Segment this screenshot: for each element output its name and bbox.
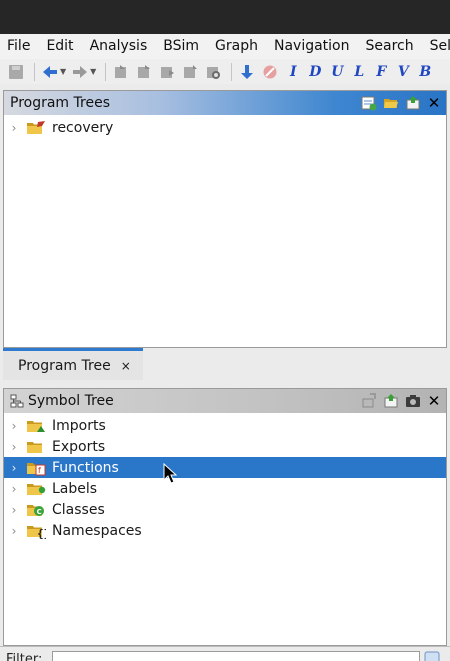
folder-classes-icon: C xyxy=(26,502,46,518)
program-trees-header: Program Trees ✕ xyxy=(4,91,446,115)
panel-title: Program Trees xyxy=(10,95,110,111)
nav-letter-b-icon[interactable]: B xyxy=(415,64,435,80)
nav-prev-function-icon[interactable] xyxy=(111,62,131,82)
menu-bar: File Edit Analysis BSim Graph Navigation… xyxy=(0,34,450,59)
menu-bsim[interactable]: BSim xyxy=(155,34,207,59)
toolbar-separator xyxy=(105,62,107,81)
nav-letter-f-icon[interactable]: F xyxy=(371,64,391,80)
menu-file[interactable]: File xyxy=(0,34,38,59)
symbol-tree-icon xyxy=(10,394,24,408)
back-arrow-icon[interactable] xyxy=(40,62,60,82)
toolbar-separator xyxy=(34,62,35,81)
export-symbols-icon[interactable] xyxy=(382,393,399,410)
back-dropdown-icon[interactable]: ▼ xyxy=(60,67,66,76)
chevron-right-icon[interactable]: › xyxy=(9,503,19,517)
filter-options-icon[interactable] xyxy=(424,651,440,661)
nav-letter-v-icon[interactable]: V xyxy=(393,64,413,80)
snapshot-icon[interactable] xyxy=(404,393,421,410)
chevron-right-icon[interactable]: › xyxy=(9,419,19,433)
nav-letter-u-icon[interactable]: U xyxy=(327,64,347,80)
chevron-right-icon[interactable]: › xyxy=(9,440,19,454)
symbol-tree-panel: Symbol Tree ✕ › Imports › Exports › f Fu… xyxy=(3,388,447,646)
forward-dropdown-icon[interactable]: ▼ xyxy=(90,67,96,76)
program-trees-panel: Program Trees ✕ › recovery xyxy=(3,90,447,348)
menu-edit[interactable]: Edit xyxy=(38,34,81,59)
mouse-cursor-icon xyxy=(163,463,177,484)
create-namespace-icon[interactable] xyxy=(360,393,377,410)
folder-imports-icon xyxy=(26,418,46,434)
toolbar-separator xyxy=(231,62,233,81)
nav-data-icon[interactable] xyxy=(180,62,200,82)
close-icon[interactable]: ✕ xyxy=(426,392,442,410)
filter-label: Filter: xyxy=(6,652,43,661)
nav-letter-d-icon[interactable]: D xyxy=(305,64,325,80)
tree-item-label: Functions xyxy=(52,459,119,476)
svg-text:f: f xyxy=(38,466,41,475)
nav-undefined-icon[interactable] xyxy=(203,62,223,82)
close-icon[interactable]: ✕ xyxy=(426,94,442,112)
forward-arrow-icon[interactable] xyxy=(70,62,90,82)
tab-close-icon[interactable]: × xyxy=(121,359,131,373)
tree-item-label: Namespaces xyxy=(52,522,142,539)
nav-letter-l-icon[interactable]: L xyxy=(349,64,369,80)
menu-select[interactable]: Sele xyxy=(422,34,450,59)
export-tree-icon[interactable] xyxy=(404,95,421,112)
tree-item-imports[interactable]: › Imports xyxy=(4,415,446,436)
panel-title: Symbol Tree xyxy=(28,393,114,409)
create-tree-icon[interactable] xyxy=(360,95,377,112)
chevron-right-icon[interactable]: › xyxy=(9,524,19,538)
symbol-tree-header: Symbol Tree ✕ xyxy=(4,389,446,413)
main-toolbar: ▼ ▼ I D U L F V B xyxy=(0,59,450,84)
tree-item-label: Exports xyxy=(52,438,106,455)
open-folder-icon[interactable] xyxy=(382,95,399,112)
save-icon[interactable] xyxy=(6,62,26,82)
menu-search[interactable]: Search xyxy=(358,34,422,59)
folder-labels-icon xyxy=(26,481,46,497)
menu-analysis[interactable]: Analysis xyxy=(82,34,156,59)
tree-item-label: Imports xyxy=(52,417,106,434)
tree-item-functions[interactable]: › f Functions xyxy=(4,457,446,478)
tree-item-classes[interactable]: › C Classes xyxy=(4,499,446,520)
tree-item-label: Classes xyxy=(52,501,105,518)
svg-text:C: C xyxy=(37,508,42,516)
chevron-right-icon[interactable]: › xyxy=(9,482,19,496)
tree-item-namespaces[interactable]: › {} Namespaces xyxy=(4,520,446,541)
chevron-right-icon[interactable]: › xyxy=(9,461,19,475)
nav-next-function-icon[interactable] xyxy=(134,62,154,82)
folder-exports-icon xyxy=(26,439,46,455)
tab-label: Program Tree xyxy=(18,357,111,374)
filter-input[interactable] xyxy=(52,651,420,661)
tab-program-tree[interactable]: Program Tree × xyxy=(3,348,143,380)
tree-item-label: recovery xyxy=(52,119,114,136)
folder-functions-icon: f xyxy=(26,460,46,476)
tree-item-label: Labels xyxy=(52,480,98,497)
window-title-bar xyxy=(0,0,450,34)
program-tree-tabstrip: Program Tree × xyxy=(3,347,447,381)
menu-graph[interactable]: Graph xyxy=(207,34,266,59)
tree-item-labels[interactable]: › Labels xyxy=(4,478,446,499)
filter-bar: Filter: xyxy=(0,646,450,661)
down-arrow-icon[interactable] xyxy=(237,62,257,82)
chevron-right-icon[interactable]: › xyxy=(9,121,19,135)
folder-namespaces-icon: {} xyxy=(26,523,46,539)
tree-item-recovery[interactable]: › recovery xyxy=(4,117,446,138)
nav-letter-i-icon[interactable]: I xyxy=(283,64,303,80)
nav-instruction-icon[interactable] xyxy=(157,62,177,82)
tree-item-exports[interactable]: › Exports xyxy=(4,436,446,457)
stop-icon[interactable] xyxy=(260,62,280,82)
folder-flag-icon xyxy=(26,120,46,136)
svg-text:{}: {} xyxy=(37,527,46,539)
menu-navigation[interactable]: Navigation xyxy=(266,34,358,59)
